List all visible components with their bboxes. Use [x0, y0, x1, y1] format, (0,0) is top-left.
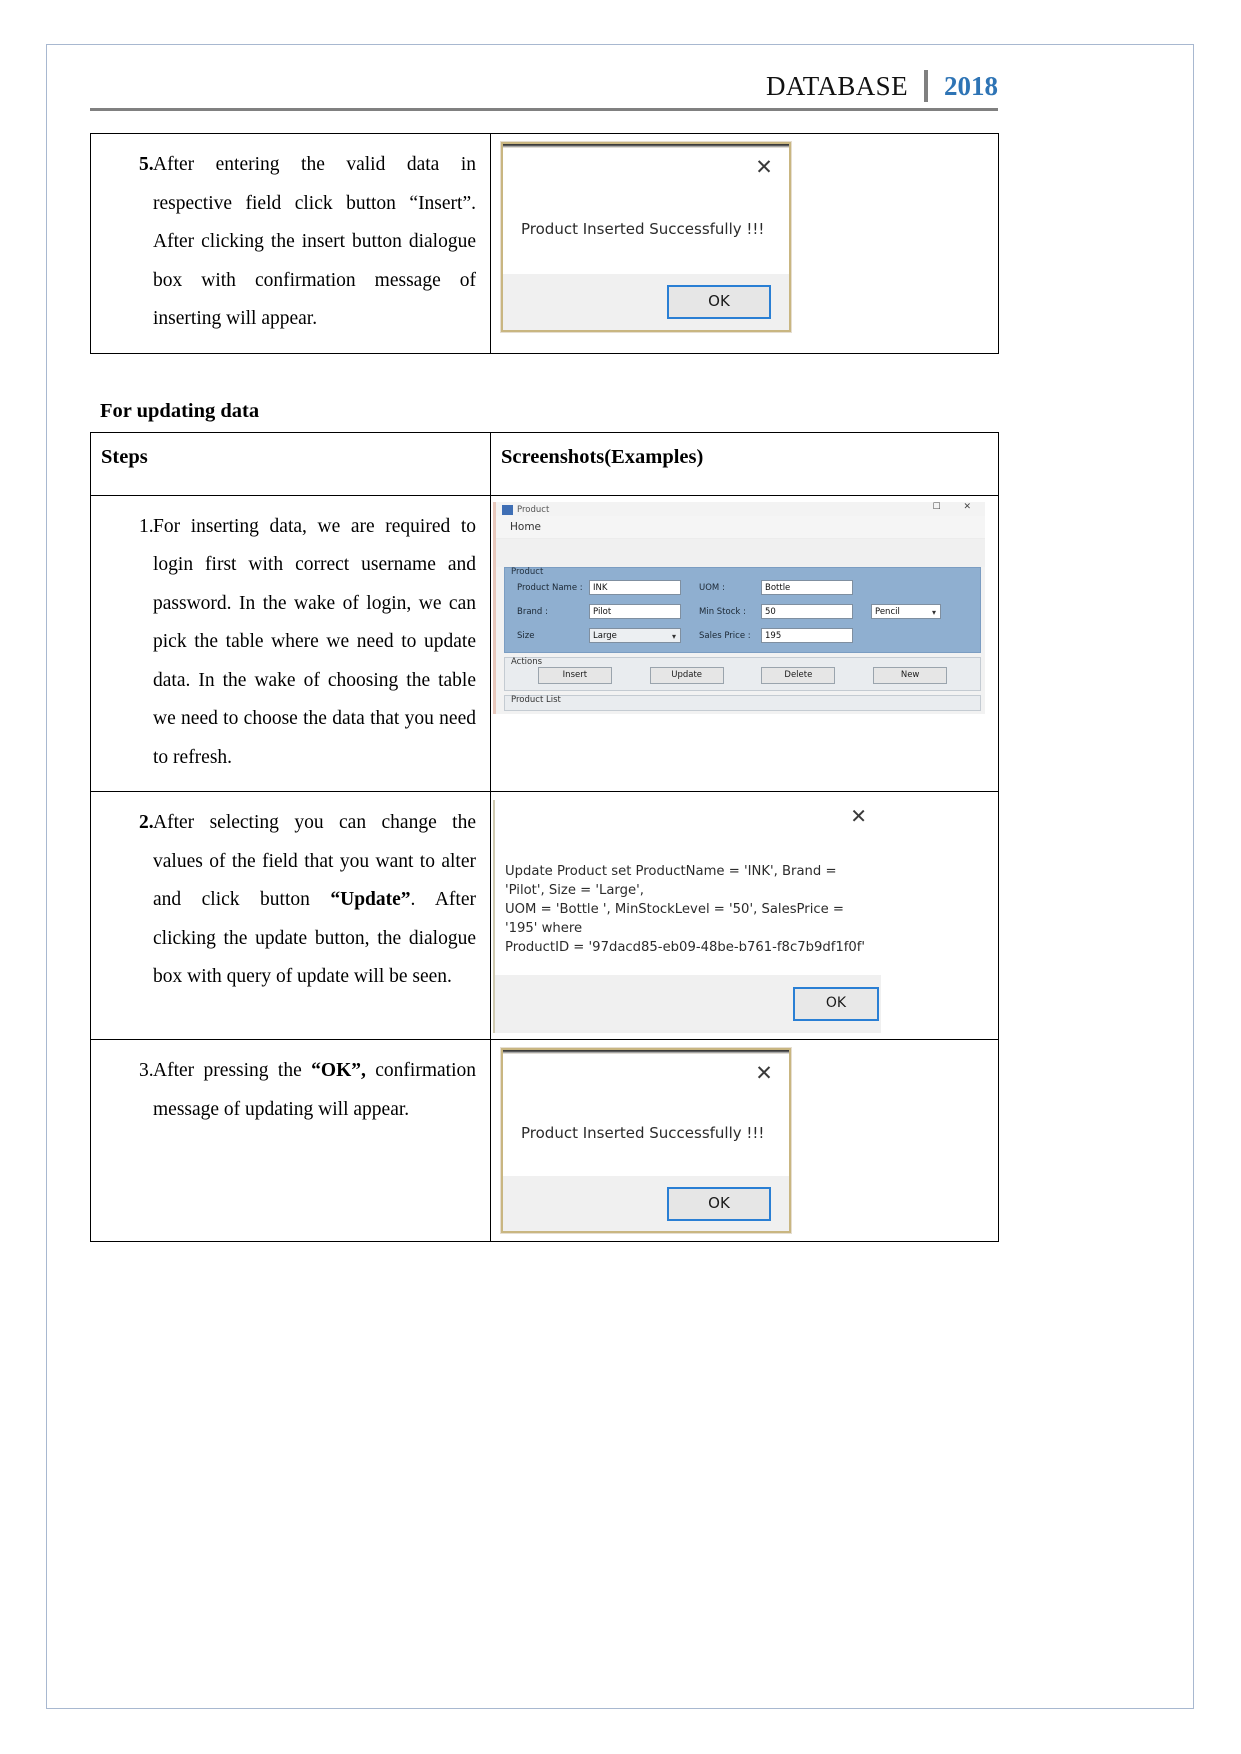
product-fieldset: Product Product Name : INK UOM : Bottle …: [504, 566, 981, 653]
table-row: 1. For inserting data, we are required t…: [90, 494, 999, 792]
sales-price-label: Sales Price :: [699, 630, 751, 641]
product-list-legend: Product List: [511, 694, 561, 705]
insert-button[interactable]: Insert: [537, 666, 612, 684]
window-title: Product: [517, 504, 550, 515]
list-item: 3. After pressing the “OK”, confirmation…: [105, 1052, 476, 1129]
header-title: DATABASE: [765, 71, 908, 101]
dialog-body: ✕ Product Inserted Successfully !!!: [503, 1054, 789, 1176]
category-dropdown[interactable]: Pencil ▾: [871, 604, 941, 619]
chevron-down-icon: ▾: [671, 632, 676, 641]
update-button[interactable]: Update: [649, 666, 724, 684]
new-button[interactable]: New: [873, 666, 948, 684]
screenshot-cell: ✕ Update Product set ProductName = 'INK'…: [490, 791, 999, 1040]
update-success-dialog[interactable]: ✕ Product Inserted Successfully !!! OK: [501, 1048, 791, 1233]
insert-steps-table: 5. After entering the valid data in resp…: [90, 133, 999, 354]
step-text: For inserting data, we are required to l…: [153, 515, 476, 768]
delete-button[interactable]: Delete: [761, 666, 836, 684]
screenshot-cell: ✕ Product Inserted Successfully !!! OK: [490, 1039, 999, 1242]
column-header-steps: Steps: [101, 445, 148, 468]
header-divider: [924, 70, 928, 102]
step-number: 3.: [139, 1060, 154, 1081]
step-cell: 2. After selecting you can change the va…: [90, 791, 491, 1040]
uom-input[interactable]: Bottle: [761, 580, 853, 595]
header-cell-screenshots: Screenshots(Examples): [490, 431, 999, 496]
close-icon[interactable]: ✕: [753, 156, 775, 178]
field-row-2: Brand : Pilot Min Stock : 50 Pencil ▾: [505, 600, 980, 624]
sales-price-input[interactable]: 195: [761, 628, 853, 643]
size-dropdown-value: Large: [593, 631, 617, 641]
uom-label: UOM :: [699, 582, 725, 593]
dialog-body: ✕ Product Inserted Successfully !!!: [503, 148, 789, 274]
list-item: 2. After selecting you can change the va…: [105, 804, 476, 997]
step-cell: 5. After entering the valid data in resp…: [90, 133, 491, 354]
table-row: 3. After pressing the “OK”, confirmation…: [90, 1039, 999, 1242]
step-text-part1: After pressing the: [153, 1060, 312, 1081]
step-text: After pressing the “OK”, confirmation me…: [153, 1052, 476, 1129]
screenshot-cell: ✕ Product Inserted Successfully !!! OK: [490, 133, 999, 354]
chevron-down-icon: ▾: [931, 608, 936, 617]
dialog-footer: OK: [503, 274, 789, 330]
field-row-1: Product Name : INK UOM : Bottle: [505, 576, 980, 600]
category-dropdown-value: Pencil: [875, 607, 900, 617]
document-header: DATABASE 2018: [90, 60, 1000, 102]
size-dropdown[interactable]: Large ▾: [589, 628, 681, 643]
actions-fieldset-legend: Actions: [511, 656, 543, 667]
min-stock-label: Min Stock :: [699, 606, 746, 617]
menu-item-home[interactable]: Home: [510, 521, 541, 533]
menu-bar[interactable]: Home: [496, 515, 987, 539]
dialog-footer: OK: [503, 1176, 789, 1231]
size-label: Size: [517, 630, 535, 641]
product-fieldset-legend: Product: [511, 566, 544, 577]
update-steps-table: Steps Screenshots(Examples) 1. For inser…: [90, 431, 999, 1242]
close-icon[interactable]: ✕: [753, 1062, 775, 1084]
step-text-emphasis: “Update”: [330, 889, 411, 910]
step-text: After entering the valid data in respect…: [153, 154, 476, 329]
ok-button[interactable]: OK: [667, 1186, 771, 1221]
product-list-fieldset: Product List: [504, 694, 981, 711]
dialog-message: Product Inserted Successfully !!!: [521, 1124, 765, 1142]
list-item: 1. For inserting data, we are required t…: [105, 508, 476, 778]
product-name-label: Product Name :: [517, 582, 583, 593]
header-cell-steps: Steps: [90, 431, 491, 496]
action-buttons: Insert Update Delete New: [505, 666, 980, 684]
step-number: 5.: [139, 154, 154, 175]
step-number: 1.: [139, 515, 154, 537]
actions-fieldset: Actions Insert Update Delete New: [504, 656, 981, 691]
table-row: 5. After entering the valid data in resp…: [90, 133, 999, 354]
table-row: 2. After selecting you can change the va…: [90, 791, 999, 1040]
ok-button[interactable]: OK: [667, 285, 771, 319]
step-text: After selecting you can change the value…: [153, 804, 476, 997]
window-titlebar: Product ☐ ✕: [496, 501, 987, 516]
update-query-dialog[interactable]: ✕ Update Product set ProductName = 'INK'…: [493, 800, 881, 1033]
step-cell: 1. For inserting data, we are required t…: [90, 494, 491, 792]
sql-query-text: Update Product set ProductName = 'INK', …: [505, 864, 866, 955]
header-year: 2018: [944, 71, 998, 101]
product-name-input[interactable]: INK: [589, 580, 681, 595]
dialog-footer: OK: [495, 975, 881, 1033]
table-header-row: Steps Screenshots(Examples): [90, 431, 999, 496]
product-form-window[interactable]: Product ☐ ✕ Home Product Product Name : …: [493, 501, 987, 714]
field-row-3: Size Large ▾ Sales Price : 195: [505, 624, 980, 648]
page-content: DATABASE 2018 5. After entering the vali…: [90, 60, 1000, 1242]
close-icon[interactable]: ✕: [850, 804, 867, 828]
window-controls[interactable]: ☐ ✕: [933, 502, 981, 512]
ok-button[interactable]: OK: [793, 987, 879, 1021]
dialog-message: Product Inserted Successfully !!!: [521, 220, 765, 238]
app-icon: [502, 504, 513, 515]
ribbon-area: [496, 538, 987, 567]
step-number: 2.: [139, 812, 154, 833]
screenshot-cell: Product ☐ ✕ Home Product Product Name : …: [490, 494, 999, 792]
step-cell: 3. After pressing the “OK”, confirmation…: [90, 1039, 491, 1242]
brand-label: Brand :: [517, 606, 548, 617]
section-heading: For updating data: [100, 399, 260, 422]
insert-success-dialog[interactable]: ✕ Product Inserted Successfully !!! OK: [501, 142, 791, 332]
brand-input[interactable]: Pilot: [589, 604, 681, 619]
list-item: 5. After entering the valid data in resp…: [105, 146, 476, 339]
min-stock-input[interactable]: 50: [761, 604, 853, 619]
step-text-emphasis: “OK”,: [311, 1060, 366, 1081]
window-right-edge: [985, 501, 987, 714]
column-header-screenshots: Screenshots(Examples): [501, 445, 704, 468]
